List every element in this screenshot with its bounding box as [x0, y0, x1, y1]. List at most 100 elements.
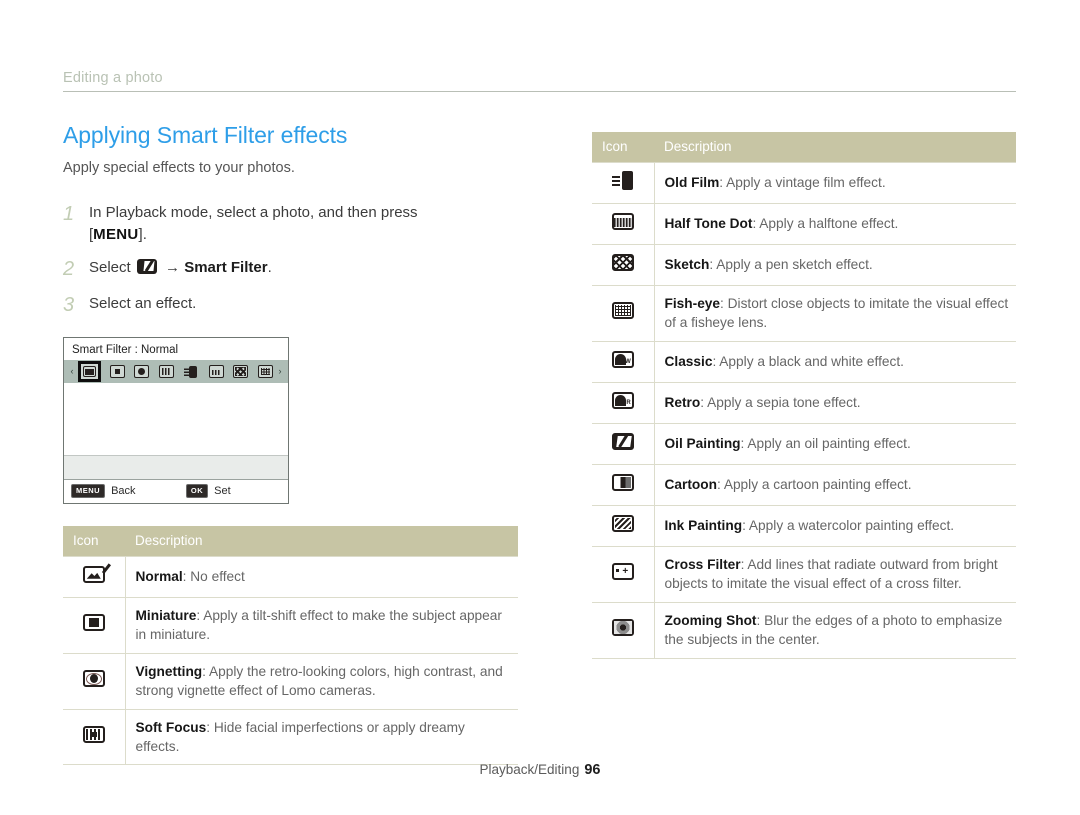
- row-description-cell: Soft Focus: Hide facial imperfections or…: [125, 708, 518, 766]
- row-description-cell: Classic: Apply a black and white effect.: [654, 340, 1016, 383]
- camera-screen-mock: Smart Filter : Normal ‹ › MENU Back OK S…: [63, 336, 289, 504]
- cartoon-icon: [611, 473, 635, 492]
- menu-button[interactable]: MENU: [71, 484, 106, 498]
- step-3: 3 Select an effect.: [63, 293, 518, 319]
- effect-description: : Apply a vintage film effect.: [719, 175, 886, 191]
- edit-icon: [136, 258, 159, 275]
- soft-focus-icon: [82, 725, 106, 744]
- strip-right-arrow-icon[interactable]: ›: [275, 366, 285, 376]
- row-icon-cell: [592, 203, 655, 245]
- breadcrumb-divider: [63, 91, 1016, 92]
- left-column: Applying Smart Filter effects Apply spec…: [63, 122, 518, 766]
- page-number: 96: [584, 762, 601, 778]
- strip-icons: [77, 360, 275, 382]
- column-header-icon: Icon: [63, 525, 125, 557]
- strip-half-tone-dot-icon[interactable]: [208, 364, 225, 379]
- effect-name: Normal: [135, 568, 183, 584]
- effect-description: : Apply a cartoon painting effect.: [716, 477, 912, 493]
- row-icon-cell: [592, 162, 655, 204]
- strip-normal-icon[interactable]: [78, 360, 101, 382]
- right-icon-table: Icon Description Old Film: Apply a vinta…: [592, 132, 1016, 659]
- menu-key-label: MENU: [93, 225, 139, 243]
- camera-screen-filter-strip[interactable]: ‹ ›: [64, 359, 288, 383]
- effect-description: : Apply a sepia tone effect.: [700, 395, 861, 411]
- step-3-text: Select an effect.: [89, 295, 197, 313]
- table-row: Sketch: Apply a pen sketch effect.: [592, 244, 1016, 286]
- steps-list: 1 In Playback mode, select a photo, and …: [63, 202, 518, 319]
- table-row: Zooming Shot: Blur the edges of a photo …: [592, 601, 1016, 659]
- row-icon-cell: R: [592, 381, 655, 424]
- row-description-cell: Half Tone Dot: Apply a halftone effect.: [654, 203, 1016, 245]
- menu-button-label: Back: [111, 485, 136, 498]
- breadcrumb: Editing a photo: [63, 70, 163, 86]
- effect-name: Soft Focus: [135, 719, 207, 735]
- retro-icon: R: [611, 391, 635, 410]
- effect-name: Cross Filter: [664, 556, 741, 572]
- row-description-cell: Oil Painting: Apply an oil painting effe…: [654, 422, 1016, 465]
- effect-name: Miniature: [135, 607, 197, 623]
- row-icon-cell: [63, 652, 126, 709]
- table-row: + Cross Filter: Add lines that radiate o…: [592, 545, 1016, 603]
- table-header-row: Icon Description: [592, 132, 1016, 163]
- ok-button-label: Set: [214, 485, 231, 498]
- step-1: 1 In Playback mode, select a photo, and …: [63, 202, 518, 246]
- strip-sketch-icon[interactable]: [232, 364, 249, 379]
- row-description-cell: Cartoon: Apply a cartoon painting effect…: [654, 463, 1016, 506]
- row-icon-cell: [63, 708, 126, 766]
- effect-description: : Apply a pen sketch effect.: [709, 257, 873, 273]
- effect-name: Zooming Shot: [664, 612, 757, 628]
- right-table-body: Old Film: Apply a vintage film effect. H…: [592, 162, 1016, 659]
- camera-screen-footer: MENU Back OK Set: [64, 478, 288, 503]
- step-1-text-before: In Playback mode, select a photo, and th…: [89, 204, 418, 221]
- row-icon-cell: BW: [592, 340, 655, 383]
- strip-fish-eye-icon[interactable]: [257, 364, 274, 379]
- row-description-cell: Old Film: Apply a vintage film effect.: [654, 162, 1016, 204]
- effect-name: Old Film: [664, 175, 720, 191]
- zooming-shot-icon: [611, 618, 635, 637]
- effect-name: Classic: [664, 354, 713, 370]
- table-row: R Retro: Apply a sepia tone effect.: [592, 381, 1016, 424]
- strip-miniature-icon[interactable]: [109, 364, 126, 379]
- table-row: BW Classic: Apply a black and white effe…: [592, 340, 1016, 383]
- step-2: 2 Select → Smart Filter.: [63, 257, 518, 283]
- effect-name: Cartoon: [664, 477, 717, 493]
- ok-button[interactable]: OK: [185, 484, 209, 498]
- sketch-icon: [611, 253, 635, 272]
- row-icon-cell: [592, 601, 655, 659]
- row-description-cell: Vignetting: Apply the retro-looking colo…: [125, 652, 518, 709]
- column-header-icon: Icon: [592, 132, 654, 163]
- effect-description: : Apply a black and white effect.: [712, 354, 904, 370]
- step-1-text-after: ].: [138, 225, 147, 243]
- effect-name: Sketch: [664, 257, 710, 273]
- left-table-body: Normal: No effect Miniature: Apply a til…: [63, 555, 518, 766]
- oil-painting-icon: [611, 432, 635, 451]
- strip-vignetting-icon[interactable]: [133, 364, 150, 379]
- row-icon-cell: +: [592, 545, 655, 603]
- page-subtitle: Apply special effects to your photos.: [63, 160, 295, 176]
- table-row: Half Tone Dot: Apply a halftone effect.: [592, 203, 1016, 245]
- step-1-text: In Playback mode, select a photo, and th…: [89, 204, 418, 243]
- row-description-cell: Normal: No effect: [125, 555, 518, 598]
- table-header-row: Icon Description: [63, 525, 518, 557]
- effect-name: Vignetting: [135, 663, 203, 679]
- effect-name: Half Tone Dot: [664, 216, 753, 232]
- step-2-number: 2: [63, 257, 75, 280]
- column-header-description: Description: [125, 525, 518, 557]
- step-2-bold: Smart Filter: [184, 258, 268, 276]
- table-row: Normal: No effect: [63, 555, 518, 598]
- step-1-number: 1: [63, 203, 75, 225]
- row-icon-cell: [592, 285, 655, 342]
- table-row: Vignetting: Apply the retro-looking colo…: [63, 652, 518, 709]
- strip-soft-focus-icon[interactable]: [158, 364, 175, 379]
- step-2-text-after: .: [267, 258, 272, 276]
- strip-left-arrow-icon[interactable]: ‹: [67, 366, 77, 376]
- strip-old-film-icon[interactable]: [183, 364, 200, 379]
- row-icon-cell: [592, 504, 655, 547]
- table-row: Soft Focus: Hide facial imperfections or…: [63, 708, 518, 766]
- effect-name: Oil Painting: [664, 436, 741, 452]
- row-description-cell: Cross Filter: Add lines that radiate out…: [654, 545, 1016, 603]
- row-icon-cell: [63, 596, 126, 654]
- row-icon-cell: [592, 244, 655, 286]
- table-row: Miniature: Apply a tilt-shift effect to …: [63, 596, 518, 654]
- half-tone-dot-icon: [611, 212, 635, 231]
